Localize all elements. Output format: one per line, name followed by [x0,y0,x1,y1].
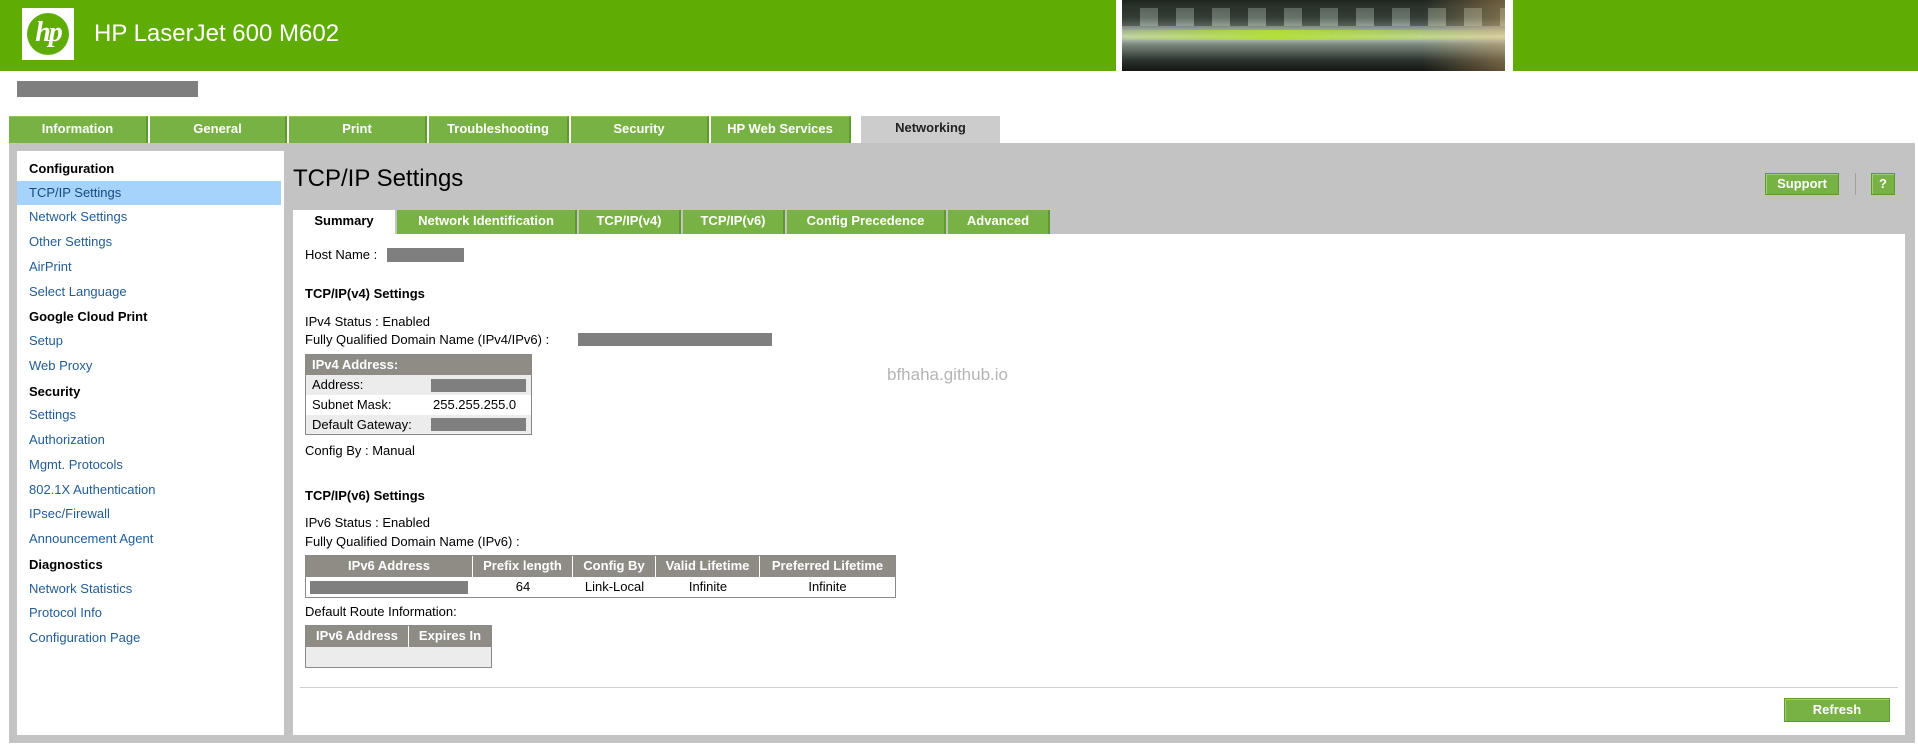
route-col-expires-in: Expires In [409,626,491,647]
ipv6-address-value-redacted [310,581,468,594]
route-col-ipv6-address: IPv6 Address [306,626,409,647]
ipv4-table-header: IPv4 Address: [306,355,531,375]
subtab-summary[interactable]: Summary [293,210,395,235]
fqdn-v6-label: Fully Qualified Domain Name (IPv6) : [305,534,520,549]
sidebar-heading-google-cloud-print: Google Cloud Print [29,309,148,324]
header-banner-image [1116,0,1513,71]
sidebar-item-network-settings[interactable]: Network Settings [17,205,281,229]
host-name-value-redacted [387,248,464,262]
sidebar-item-mgmt-protocols[interactable]: Mgmt. Protocols [17,453,281,477]
ipv4-address-table: IPv4 Address: Address: Subnet Mask: 255.… [305,354,532,435]
ipv6-status: IPv6 Status : Enabled [305,515,431,530]
device-title: HP LaserJet 600 M602 [94,20,340,47]
sidebar-item-setup[interactable]: Setup [17,329,281,353]
watermark-text: bfhaha.github.io [887,365,1008,384]
sidebar-item-other-settings[interactable]: Other Settings [17,230,281,254]
tab-hp-web-services[interactable]: HP Web Services [711,116,851,143]
support-button[interactable]: Support [1765,173,1839,195]
ipv6-col-prefix: Prefix length [473,556,573,577]
subtab-advanced[interactable]: Advanced [948,210,1050,234]
sidebar-heading-security: Security [29,384,81,399]
sidebar-item-web-proxy[interactable]: Web Proxy [17,354,281,378]
sidebar-item-settings[interactable]: Settings [17,403,281,427]
sidebar-item-tcpip-settings[interactable]: TCP/IP Settings [17,181,281,205]
subtab-config-precedence[interactable]: Config Precedence [787,210,946,234]
sidebar-heading-diagnostics: Diagnostics [29,557,103,572]
tcpip-v6-heading: TCP/IP(v6) Settings [305,488,425,503]
sidebar-item-ipsec-firewall[interactable]: IPsec/Firewall [17,502,281,526]
ipv6-col-address: IPv6 Address [306,556,473,577]
summary-panel [293,234,1905,735]
header-bar: hp HP LaserJet 600 M602 [0,0,1918,71]
ipv4-address-value-redacted [431,379,526,392]
refresh-button[interactable]: Refresh [1784,698,1890,722]
config-by: Config By : Manual [305,443,415,458]
sidebar-item-select-language[interactable]: Select Language [17,280,281,304]
redacted-device-name [17,81,198,97]
default-route-table: IPv6 Address Expires In [305,625,492,668]
ipv6-col-config-by: Config By [573,556,656,577]
hp-logo: hp [22,8,74,60]
tab-security[interactable]: Security [571,116,709,143]
help-button[interactable]: ? [1871,173,1895,195]
default-route-label: Default Route Information: [305,604,457,619]
divider [300,687,1898,688]
subtab-tcpip-v6[interactable]: TCP/IP(v6) [683,210,785,234]
sidebar-item-network-statistics[interactable]: Network Statistics [17,577,281,601]
default-gateway-value-redacted [431,418,526,431]
tcpip-v4-heading: TCP/IP(v4) Settings [305,286,425,301]
subnet-mask-value: 255.255.255.0 [433,397,517,412]
sidebar-heading-configuration: Configuration [29,161,115,176]
tab-general[interactable]: General [150,116,287,143]
tab-networking[interactable]: Networking [861,116,1000,143]
page-title: TCP/IP Settings [293,165,464,192]
fqdn-v4v6-label: Fully Qualified Domain Name (IPv4/IPv6) … [305,332,550,347]
ipv6-col-valid-lifetime: Valid Lifetime [656,556,760,577]
sidebar-item-announcement-agent[interactable]: Announcement Agent [17,527,281,551]
sidebar-item-8021x-authentication[interactable]: 802.1X Authentication [17,478,281,502]
ipv6-prefix-value: 64 [515,579,531,594]
tab-information[interactable]: Information [9,116,148,143]
sidebar-item-protocol-info[interactable]: Protocol Info [17,601,281,625]
sidebar-item-configuration-page[interactable]: Configuration Page [17,626,281,650]
fqdn-v4v6-value-redacted [578,333,772,346]
subnet-mask-label: Subnet Mask: [312,397,392,412]
sidebar-item-authorization[interactable]: Authorization [17,428,281,452]
ipv4-status: IPv4 Status : Enabled [305,314,431,329]
tab-print[interactable]: Print [289,116,427,143]
ipv4-address-label: Address: [312,377,364,392]
hp-logo-icon: hp [27,13,69,55]
toolbar-divider [1855,173,1856,195]
default-gateway-label: Default Gateway: [312,417,412,432]
ipv6-preferred-lifetime-value: Infinite [808,579,847,594]
ipv6-valid-lifetime-value: Infinite [688,579,728,594]
ipv6-config-by-value: Link-Local [584,579,645,594]
sidebar: Configuration TCP/IP Settings Network Se… [17,151,284,735]
ipv6-address-table: IPv6 Address Prefix length Config By Val… [305,555,896,598]
ipv6-col-preferred-lifetime: Preferred Lifetime [760,556,895,577]
tab-troubleshooting[interactable]: Troubleshooting [429,116,569,143]
host-name-label: Host Name : [305,247,378,262]
sidebar-item-airprint[interactable]: AirPrint [17,255,281,279]
subtab-tcpip-v4[interactable]: TCP/IP(v4) [579,210,681,234]
subtab-network-identification[interactable]: Network Identification [397,210,577,234]
